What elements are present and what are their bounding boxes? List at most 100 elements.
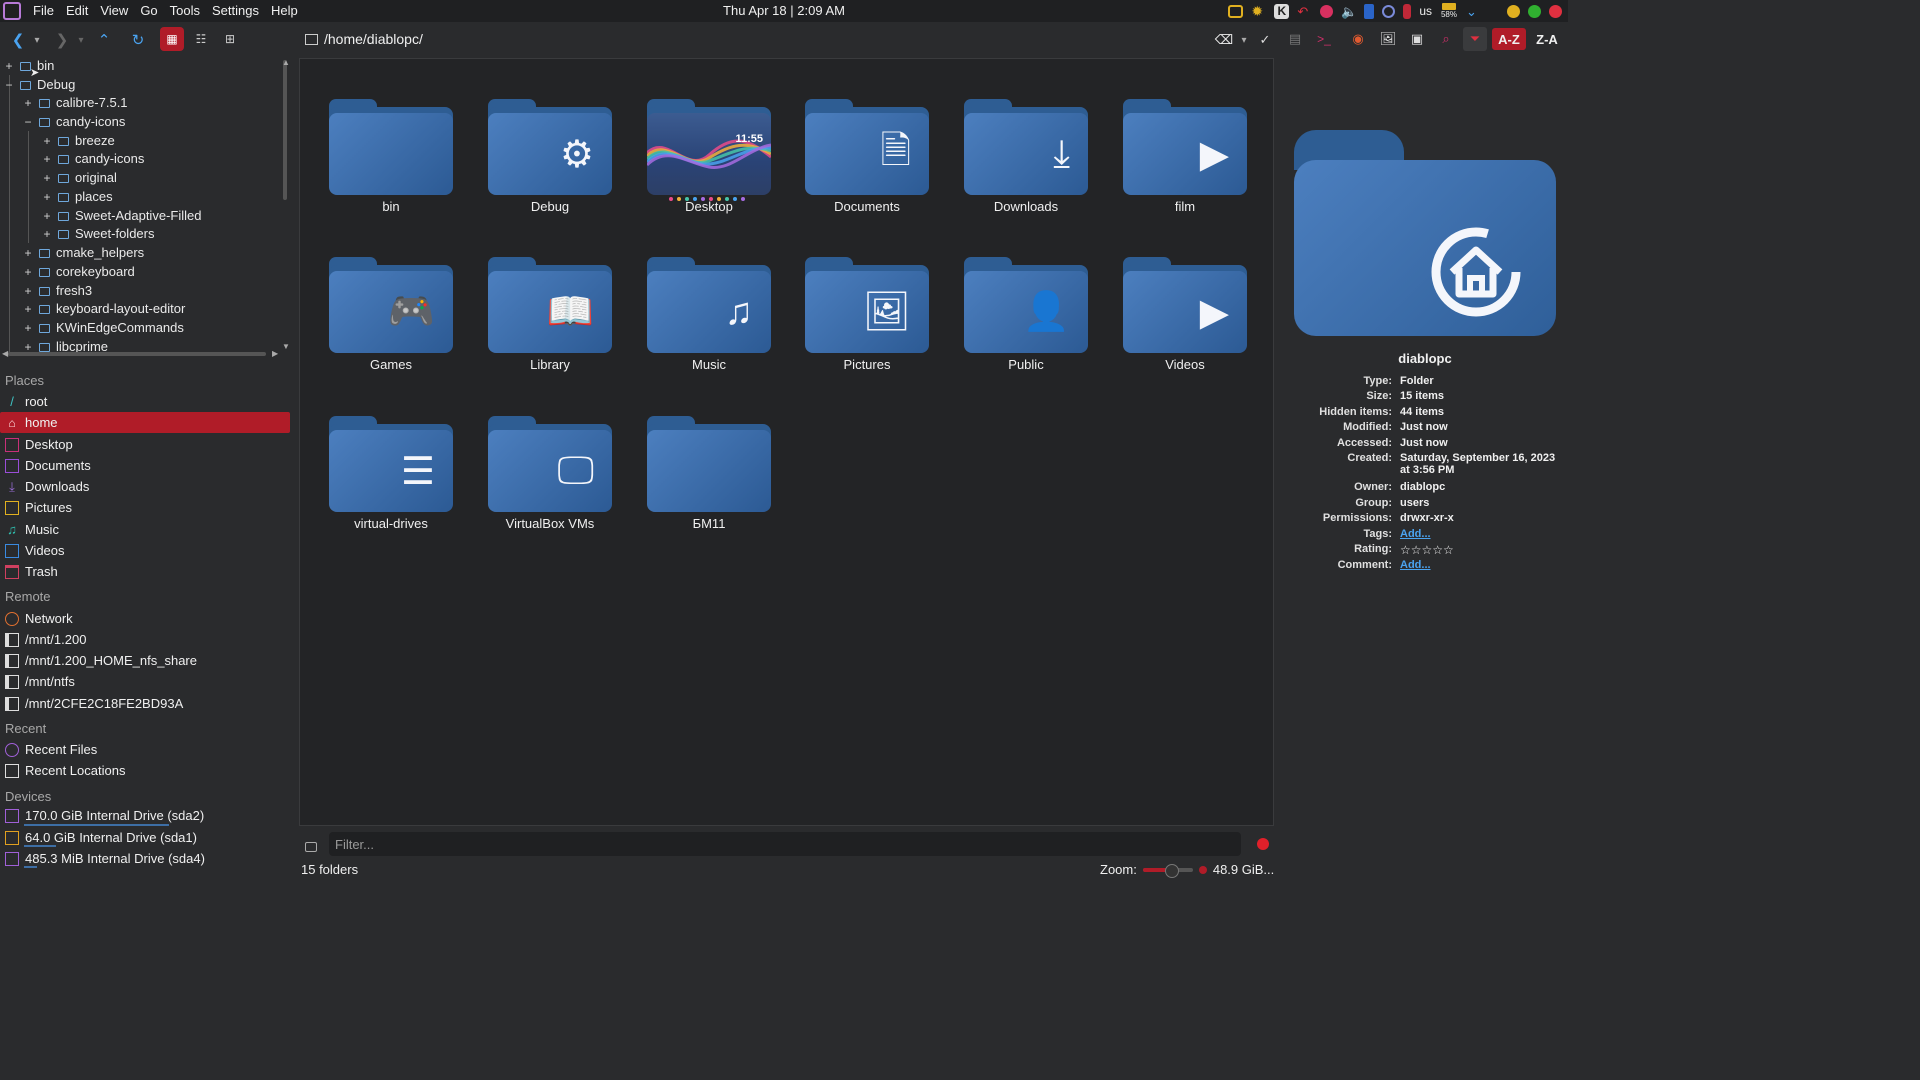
folder-item[interactable]: bin [329, 99, 453, 239]
place-network[interactable]: Network [0, 608, 290, 629]
scroll-left-icon[interactable]: ◀ [2, 349, 8, 358]
filter-input[interactable] [329, 832, 1241, 856]
folder-item[interactable]: 🖵 VirtualBox VMs [488, 416, 612, 556]
back-history-icon[interactable]: ▾ [30, 28, 44, 52]
bluetooth-icon[interactable] [1364, 3, 1375, 19]
dolphin-app-icon[interactable] [3, 2, 21, 20]
place-music[interactable]: ♫ Music [0, 519, 290, 540]
place-mnt-nfs-share[interactable]: /mnt/1.200_HOME_nfs_share [0, 650, 290, 671]
tree-vertical-scrollbar[interactable] [283, 60, 287, 200]
maximize-button[interactable] [1528, 4, 1541, 18]
window-icon[interactable] [1228, 4, 1244, 18]
zoom-slider-handle[interactable] [1164, 863, 1179, 878]
folder-item[interactable]: 👤 Public [964, 257, 1088, 397]
location-bar[interactable]: /home/diablopc/ [300, 27, 1280, 51]
place-home[interactable]: ⌂ home [0, 412, 290, 433]
expand-icon[interactable]: + [23, 263, 33, 281]
menu-view[interactable]: View [94, 0, 134, 22]
tree-item[interactable]: − Debug [4, 76, 75, 94]
folder-item[interactable]: ⤓ Downloads [964, 99, 1088, 239]
volume-icon[interactable]: 🔈 [1341, 4, 1357, 19]
place-desktop[interactable]: Desktop [0, 434, 290, 455]
tree-item[interactable]: + corekeyboard [23, 263, 134, 281]
expand-icon[interactable]: + [42, 225, 52, 243]
place-trash[interactable]: Trash [0, 561, 290, 582]
clear-path-icon[interactable]: ⌫ [1214, 28, 1234, 52]
up-icon[interactable]: ⌃ [94, 28, 114, 52]
keyboard-layout[interactable]: us [1419, 4, 1432, 18]
folder-item[interactable]: 📖 Library [488, 257, 612, 397]
folder-item[interactable]: ☰ virtual-drives [329, 416, 453, 556]
back-icon[interactable]: ❮ [8, 28, 28, 52]
tree-item[interactable]: + libcprime [23, 338, 108, 353]
menu-go[interactable]: Go [134, 0, 163, 22]
folder-item[interactable]: ▶ Videos [1123, 257, 1247, 397]
forward-history-icon[interactable]: ▾ [74, 28, 88, 52]
tree-item[interactable]: + places [42, 188, 112, 206]
expand-icon[interactable]: + [4, 57, 14, 75]
device-sda2[interactable]: 170.0 GiB Internal Drive (sda2) [0, 805, 290, 826]
stop-icon[interactable] [1257, 838, 1269, 850]
expand-icon[interactable]: + [23, 300, 33, 318]
place-downloads[interactable]: ⤓ Downloads [0, 476, 290, 497]
terminal-icon[interactable]: >_ [1313, 27, 1335, 51]
place-pictures[interactable]: Pictures [0, 497, 290, 518]
tree-horizontal-scrollbar[interactable] [8, 352, 266, 356]
menu-file[interactable]: File [27, 0, 60, 22]
rating-stars[interactable]: ☆☆☆☆☆ [1400, 543, 1560, 557]
folder-item[interactable]: ▶ film [1123, 99, 1247, 239]
folder-item[interactable]: 🎮 Games [329, 257, 453, 397]
tree-item[interactable]: + fresh3 [23, 282, 92, 300]
tree-item[interactable]: + calibre-7.5.1 [23, 94, 127, 112]
media-icon[interactable] [1320, 4, 1334, 18]
place-root[interactable]: / root [0, 391, 290, 412]
expand-icon[interactable]: + [42, 169, 52, 187]
scroll-right-icon[interactable]: ▶ [272, 349, 278, 358]
tree-item[interactable]: + Sweet-Adaptive-Filled [42, 207, 201, 225]
expand-icon[interactable]: + [42, 150, 52, 168]
tree-item[interactable]: + original [42, 169, 116, 187]
scroll-down-icon[interactable]: ▼ [282, 342, 290, 351]
add-link[interactable]: Add... [1400, 528, 1560, 540]
collapse-icon[interactable]: − [23, 113, 33, 131]
tree-item[interactable]: + cmake_helpers [23, 244, 144, 262]
split-view-icon[interactable]: ▤ [1284, 27, 1306, 51]
close-button[interactable] [1549, 4, 1562, 18]
place-mnt-2cfe[interactable]: /mnt/2CFE2C18FE2BD93A [0, 693, 290, 714]
sun-icon[interactable]: ✹ [1251, 3, 1266, 19]
place-mnt-ntfs[interactable]: /mnt/ntfs [0, 671, 290, 692]
clipboard-icon[interactable] [1403, 3, 1412, 19]
menu-tools[interactable]: Tools [164, 0, 206, 22]
forward-icon[interactable]: ❯ [54, 28, 70, 52]
place-documents[interactable]: Documents [0, 455, 290, 476]
tree-item[interactable]: + Sweet-folders [42, 225, 154, 243]
menu-help[interactable]: Help [265, 0, 304, 22]
device-sda4[interactable]: 485.3 MiB Internal Drive (sda4) [0, 848, 290, 869]
file-view[interactable]: bin ⚙ Debug 11:55 Desktop 🗎 Documents ⤓ Download… [299, 58, 1274, 826]
expand-icon[interactable]: + [23, 244, 33, 262]
k-app-icon[interactable]: K [1274, 3, 1290, 19]
lock-icon[interactable] [305, 842, 317, 852]
tree-item[interactable]: + breeze [42, 132, 114, 150]
scroll-up-icon[interactable]: ▲ [282, 58, 290, 67]
compact-view-icon[interactable]: ☷ [189, 27, 213, 51]
tree-item[interactable]: + KWinEdgeCommands [23, 319, 183, 337]
place-videos[interactable]: Videos [0, 540, 290, 561]
sort-ascending-button[interactable]: A-Z [1492, 28, 1526, 50]
collapse-icon[interactable]: − [4, 76, 14, 94]
expand-icon[interactable]: + [42, 132, 52, 150]
folder-item[interactable]: БМ11 [647, 416, 771, 556]
folder-item[interactable]: 🗎 Documents [805, 99, 929, 239]
expand-icon[interactable]: + [23, 319, 33, 337]
place-recent-locations[interactable]: Recent Locations [0, 760, 290, 781]
chevron-down-icon[interactable]: ⌄ [1466, 4, 1481, 19]
tree-item[interactable]: − candy-icons [23, 113, 125, 131]
confirm-path-icon[interactable]: ✓ [1256, 28, 1274, 52]
folder-item[interactable]: ♫ Music [647, 257, 771, 397]
network-tray-icon[interactable] [1382, 4, 1396, 18]
expand-icon[interactable]: + [42, 207, 52, 225]
filter-icon[interactable]: ⏷ [1463, 27, 1487, 51]
folder-item[interactable]: ⚙ Debug [488, 99, 612, 239]
expand-icon[interactable]: + [23, 338, 33, 353]
sort-descending-button[interactable]: Z-A [1530, 28, 1564, 50]
